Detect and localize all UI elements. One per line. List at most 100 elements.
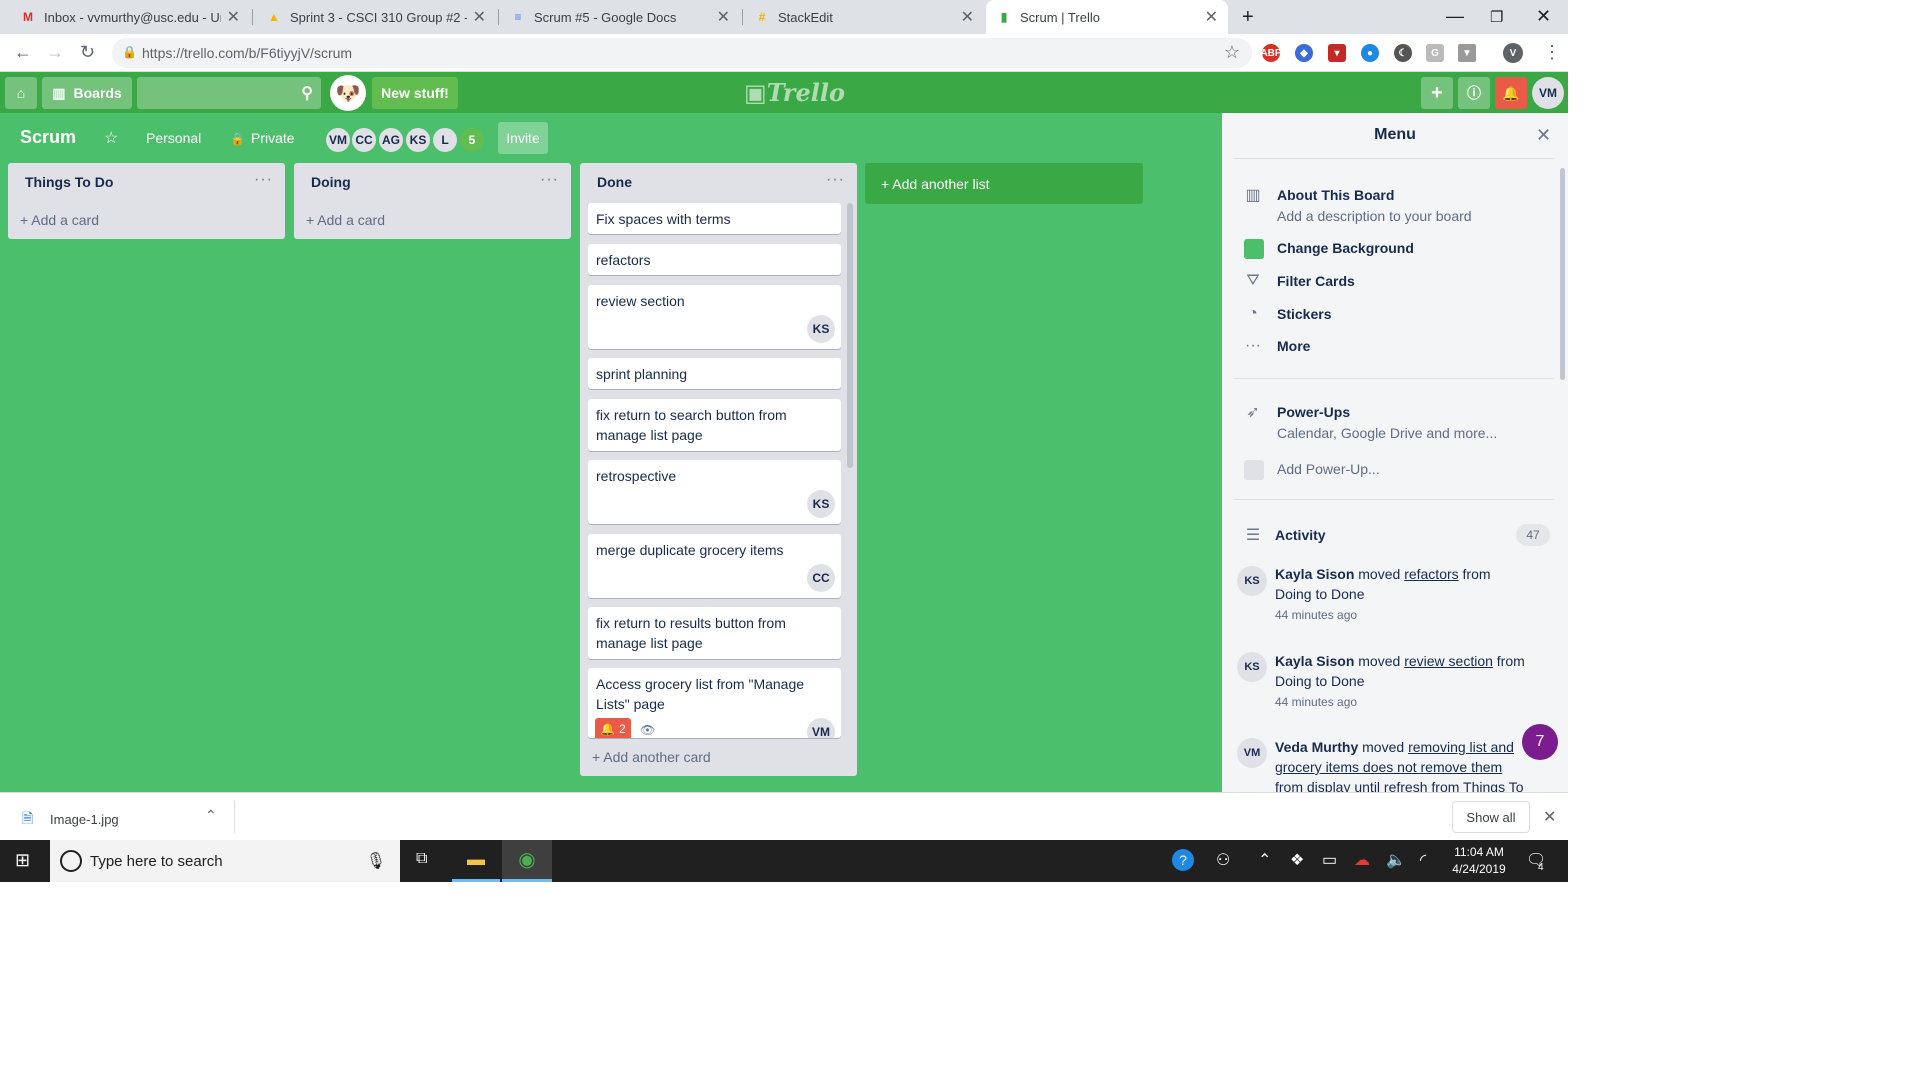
- home-icon[interactable]: ⌂: [5, 77, 37, 109]
- user-avatar[interactable]: VM: [1532, 77, 1564, 109]
- back-icon[interactable]: ←: [14, 42, 32, 63]
- add-card-button[interactable]: + Add another card: [592, 749, 711, 765]
- close-icon[interactable]: ✕: [227, 7, 240, 27]
- add-power-up-item[interactable]: Add Power-Up...: [1277, 461, 1380, 477]
- list-menu-icon[interactable]: ···: [254, 171, 273, 189]
- people-icon[interactable]: ⚇: [1216, 850, 1230, 870]
- member-avatar[interactable]: L: [431, 126, 459, 154]
- about-board-item[interactable]: About This Board: [1277, 187, 1394, 203]
- maximize-icon[interactable]: ❐: [1490, 8, 1503, 26]
- chevron-up-icon[interactable]: ⌃: [1258, 850, 1271, 870]
- card[interactable]: review section KS: [588, 285, 841, 349]
- new-stuff-button[interactable]: New stuff!: [372, 77, 458, 109]
- reload-icon[interactable]: ↻: [80, 42, 95, 63]
- stickers-item[interactable]: Stickers: [1277, 306, 1331, 322]
- add-icon[interactable]: +: [1421, 77, 1453, 109]
- member-avatar[interactable]: VM: [324, 126, 352, 154]
- list-scrollbar[interactable]: [847, 203, 853, 468]
- taco-mascot-icon[interactable]: 🐶: [330, 75, 366, 111]
- chrome-icon[interactable]: ◉: [502, 840, 552, 882]
- card[interactable]: retrospective KS: [588, 460, 841, 524]
- list-title[interactable]: Doing: [311, 174, 351, 190]
- pocket-icon[interactable]: ▾: [1328, 44, 1346, 62]
- due-badge[interactable]: 🔔 2: [595, 718, 631, 738]
- battery-icon[interactable]: ▭: [1322, 850, 1337, 870]
- window-close-icon[interactable]: ✕: [1536, 6, 1551, 27]
- activity-heading[interactable]: Activity: [1275, 527, 1326, 543]
- grammarly-icon[interactable]: G: [1426, 44, 1444, 62]
- volume-icon[interactable]: 🔈: [1386, 850, 1406, 870]
- tab-google-drive[interactable]: ▲ Sprint 3 - CSCI 310 Group #2 - G ✕: [256, 0, 496, 34]
- search-input[interactable]: ⚲: [137, 77, 321, 109]
- add-card-button[interactable]: + Add a card: [20, 212, 99, 228]
- card[interactable]: sprint planning: [588, 358, 841, 389]
- list-title[interactable]: Things To Do: [25, 174, 113, 190]
- cloud-icon[interactable]: ☁: [1354, 850, 1370, 870]
- member-avatar[interactable]: CC: [350, 126, 378, 154]
- card-member-avatar[interactable]: KS: [807, 490, 835, 518]
- close-icon[interactable]: ✕: [961, 7, 974, 27]
- list-title[interactable]: Done: [597, 174, 632, 190]
- board-title[interactable]: Scrum: [20, 127, 76, 148]
- info-icon[interactable]: ⓘ: [1458, 77, 1490, 109]
- tab-trello[interactable]: ▮ Scrum | Trello ✕: [986, 0, 1228, 34]
- card[interactable]: Fix spaces with terms: [588, 203, 841, 234]
- show-all-button[interactable]: Show all: [1452, 801, 1530, 833]
- power-ups-item[interactable]: Power-Ups: [1277, 404, 1350, 420]
- visibility-button[interactable]: 🔒 Private: [220, 122, 305, 154]
- add-list-button[interactable]: + Add another list: [865, 163, 1143, 204]
- activity-card-link[interactable]: review section: [1404, 653, 1493, 669]
- card[interactable]: refactors: [588, 244, 841, 275]
- card-member-avatar[interactable]: CC: [807, 564, 835, 592]
- download-filename[interactable]: Image-1.jpg: [50, 812, 119, 827]
- tab-stackedit[interactable]: # StackEdit ✕: [744, 0, 984, 34]
- boards-button[interactable]: ▥ Boards: [42, 77, 132, 109]
- notification-bell-icon[interactable]: 🔔: [1495, 77, 1527, 109]
- profile-avatar[interactable]: V: [1503, 43, 1523, 63]
- card[interactable]: Access grocery list from "Manage Lists" …: [588, 668, 841, 738]
- chat-badge[interactable]: 7: [1522, 724, 1558, 760]
- card[interactable]: fix return to search button from manage …: [588, 399, 841, 451]
- dropbox-icon[interactable]: ❖: [1290, 850, 1304, 870]
- wifi-icon[interactable]: ◜: [1420, 850, 1426, 870]
- extension-icon[interactable]: ●: [1361, 44, 1379, 62]
- windows-start-icon[interactable]: ⊞: [15, 850, 30, 871]
- activity-avatar[interactable]: VM: [1237, 738, 1267, 768]
- member-avatar[interactable]: AG: [377, 126, 405, 154]
- activity-time[interactable]: 44 minutes ago: [1275, 608, 1357, 622]
- card[interactable]: merge duplicate grocery items CC: [588, 534, 841, 598]
- close-icon[interactable]: ✕: [717, 7, 730, 27]
- activity-card-link[interactable]: refactors: [1404, 566, 1458, 582]
- dark-mode-icon[interactable]: ☾: [1394, 44, 1412, 62]
- vue-devtools-icon[interactable]: ▼: [1458, 44, 1476, 62]
- tab-gmail[interactable]: M Inbox - vvmurthy@usc.edu - Uni ✕: [10, 0, 250, 34]
- taskbar-search[interactable]: Type here to search 🎙: [50, 840, 400, 882]
- tab-google-docs[interactable]: ≡ Scrum #5 - Google Docs ✕: [500, 0, 740, 34]
- minimize-icon[interactable]: —: [1446, 6, 1464, 27]
- close-icon[interactable]: ✕: [1205, 7, 1218, 27]
- power-ups-description[interactable]: Calendar, Google Drive and more...: [1277, 425, 1497, 441]
- activity-user[interactable]: Kayla Sison: [1275, 566, 1354, 582]
- team-button[interactable]: Personal: [136, 122, 211, 154]
- list-menu-icon[interactable]: ···: [826, 171, 845, 189]
- kebab-menu-icon[interactable]: ⋮: [1543, 42, 1561, 63]
- file-explorer-icon[interactable]: ▬: [452, 840, 500, 882]
- about-board-description[interactable]: Add a description to your board: [1277, 208, 1472, 224]
- close-download-bar-icon[interactable]: ✕: [1543, 807, 1556, 827]
- help-icon[interactable]: ?: [1172, 849, 1194, 871]
- adblock-icon[interactable]: ABP: [1260, 44, 1282, 62]
- member-avatar[interactable]: KS: [404, 126, 432, 154]
- filter-cards-item[interactable]: Filter Cards: [1277, 273, 1355, 289]
- star-icon[interactable]: ☆: [1224, 42, 1240, 63]
- star-board-icon[interactable]: ☆: [104, 128, 118, 148]
- activity-time[interactable]: 44 minutes ago: [1275, 695, 1357, 709]
- list-menu-icon[interactable]: ···: [540, 171, 559, 189]
- forward-icon[interactable]: →: [46, 42, 64, 63]
- new-tab-button[interactable]: +: [1242, 6, 1254, 29]
- card-member-avatar[interactable]: KS: [807, 315, 835, 343]
- more-item[interactable]: More: [1277, 338, 1310, 354]
- microphone-icon[interactable]: 🎙: [366, 851, 386, 871]
- card-member-avatar[interactable]: VM: [807, 718, 835, 738]
- activity-avatar[interactable]: KS: [1237, 652, 1267, 682]
- task-view-icon[interactable]: ⧉: [416, 850, 427, 868]
